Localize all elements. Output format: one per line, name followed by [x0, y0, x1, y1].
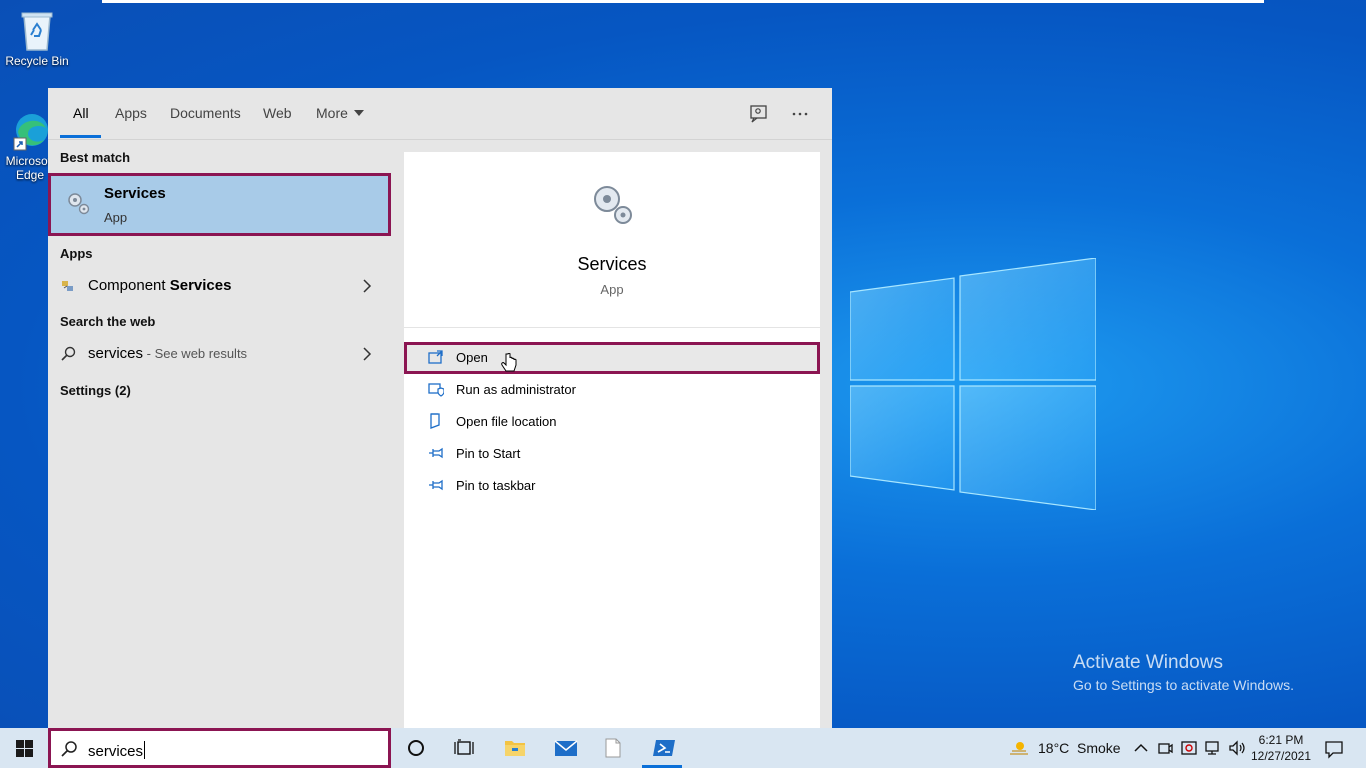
task-view-icon: [454, 739, 474, 755]
pin-icon: [428, 445, 444, 461]
start-button[interactable]: [0, 728, 48, 768]
action-pin-to-start[interactable]: Pin to Start: [404, 438, 820, 470]
search-icon: [60, 740, 78, 758]
tab-web[interactable]: Web: [263, 105, 292, 121]
security-icon[interactable]: [1180, 739, 1198, 757]
action-open-file-location-label: Open file location: [456, 414, 557, 429]
recycle-bin-shortcut[interactable]: Recycle Bin: [1, 8, 73, 68]
search-panel: All Apps Documents Web More Best match S…: [48, 88, 832, 728]
clock-time: 6:21 PM: [1258, 733, 1304, 747]
shield-icon: [428, 381, 445, 397]
best-match-type: App: [104, 210, 128, 225]
recycle-bin-icon: [17, 8, 57, 52]
best-match-header: Best match: [60, 150, 131, 165]
pin-icon: [428, 477, 444, 493]
watermark-subtitle: Go to Settings to activate Windows.: [1073, 677, 1294, 693]
action-run-as-administrator-label: Run as administrator: [456, 382, 576, 397]
web-result-label: services - See web results: [88, 345, 247, 362]
preview-name: Services: [577, 254, 647, 274]
clock-date: 12/27/2021: [1250, 749, 1312, 763]
powershell-button[interactable]: [638, 728, 686, 768]
web-result-services[interactable]: services - See web results: [48, 337, 392, 371]
active-tab-indicator: [60, 135, 101, 138]
best-match-name: Services: [104, 185, 166, 202]
settings-results-header[interactable]: Settings (2): [60, 383, 131, 398]
app-result-component-services[interactable]: Component Services: [48, 269, 392, 303]
task-view-button[interactable]: [440, 728, 488, 768]
feedback-icon[interactable]: [748, 103, 770, 125]
action-open[interactable]: Open: [404, 342, 820, 374]
chevron-right-icon: [362, 346, 372, 362]
search-web-header: Search the web: [60, 314, 156, 329]
windows-start-icon: [16, 740, 33, 757]
taskbar: services 18°C Smoke 6:21 PM 12/27/2021: [0, 728, 1366, 768]
preview-pane: Services App Open Run as administrator O…: [404, 152, 820, 728]
action-pin-to-taskbar-label: Pin to taskbar: [456, 478, 536, 493]
tab-more[interactable]: More: [316, 105, 364, 121]
taskbar-search-input[interactable]: services: [48, 728, 391, 768]
folder-icon: [505, 741, 525, 756]
component-services-icon: [60, 278, 76, 294]
preview-type: App: [600, 282, 624, 297]
component-services-prefix: Component: [88, 277, 170, 294]
web-result-query: services: [88, 345, 144, 362]
recycle-bin-label: Recycle Bin: [5, 54, 69, 68]
search-tabs: All Apps Documents Web More: [48, 88, 832, 140]
mail-button[interactable]: [540, 728, 588, 768]
file-explorer-button[interactable]: [490, 728, 538, 768]
chevron-right-icon: [362, 278, 372, 294]
action-open-file-location[interactable]: Open file location: [404, 406, 820, 438]
more-options-icon[interactable]: [789, 103, 811, 125]
search-input-value: services: [88, 741, 146, 760]
chevron-up-icon[interactable]: [1132, 739, 1150, 757]
edge-icon: [10, 108, 50, 152]
cortana-button[interactable]: [392, 728, 440, 768]
mail-icon: [554, 740, 578, 756]
services-gear-icon: [65, 190, 91, 216]
results-list: Best match Services App Apps Component S…: [48, 140, 392, 728]
notification-icon[interactable]: [1324, 739, 1344, 759]
action-open-label: Open: [456, 350, 488, 365]
preview-header: Services App: [404, 152, 820, 328]
document-icon: [605, 738, 621, 758]
component-services-label: Component Services: [88, 277, 231, 294]
search-icon: [60, 346, 76, 362]
chevron-down-icon: [353, 110, 364, 116]
weather-icon[interactable]: [1008, 739, 1030, 757]
windows-logo: [850, 258, 1096, 510]
web-result-suffix: - See web results: [143, 346, 248, 361]
action-pin-to-taskbar[interactable]: Pin to taskbar: [404, 470, 820, 502]
notepad-button[interactable]: [590, 728, 638, 768]
tab-documents[interactable]: Documents: [170, 105, 241, 121]
text-caret: [144, 741, 146, 759]
apps-header: Apps: [60, 246, 93, 261]
weather-condition[interactable]: Smoke: [1077, 740, 1121, 756]
services-gear-icon: [589, 182, 635, 228]
hand-cursor-icon: [501, 353, 517, 372]
tab-more-label: More: [316, 105, 348, 121]
meet-now-icon[interactable]: [1156, 739, 1174, 757]
tab-all[interactable]: All: [73, 105, 89, 121]
window-edge-strip: [102, 0, 1264, 3]
clock[interactable]: 6:21 PM 12/27/2021: [1248, 732, 1314, 764]
weather-temp[interactable]: 18°C: [1038, 740, 1069, 756]
best-match-services[interactable]: Services App: [48, 173, 391, 236]
activate-windows-watermark: Activate Windows Go to Settings to activ…: [1073, 652, 1294, 693]
action-pin-to-start-label: Pin to Start: [456, 446, 521, 461]
powershell-icon: [653, 740, 675, 756]
network-icon[interactable]: [1204, 739, 1222, 757]
volume-icon[interactable]: [1228, 739, 1246, 757]
action-run-as-administrator[interactable]: Run as administrator: [404, 374, 820, 406]
cortana-icon: [408, 740, 424, 756]
tab-apps[interactable]: Apps: [115, 105, 147, 121]
open-icon: [428, 349, 444, 365]
component-services-highlight: Services: [169, 277, 232, 294]
search-query-text: services: [88, 743, 144, 760]
folder-icon: [428, 413, 444, 429]
watermark-title: Activate Windows: [1073, 652, 1223, 673]
